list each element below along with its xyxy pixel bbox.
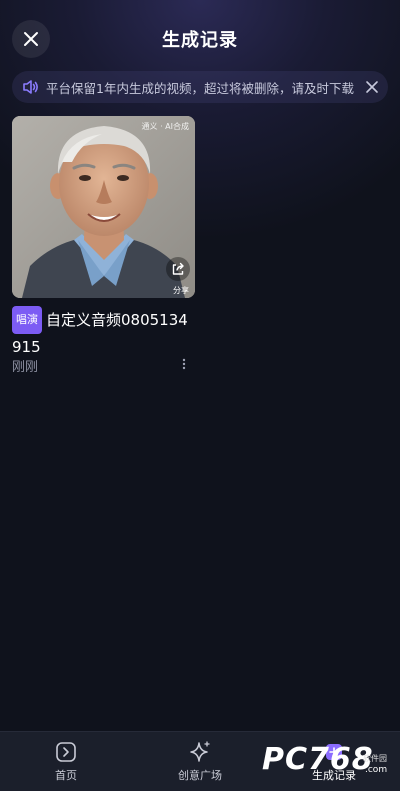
share-button[interactable] [166, 257, 190, 281]
tab-creative-square-label: 创意广场 [178, 769, 222, 782]
item-title-block: 唱演 自定义音频0805134915 [12, 306, 196, 360]
share-icon [172, 262, 184, 275]
home-icon [56, 742, 76, 762]
notice-text: 平台保留1年内生成的视频，超过将被删除，请及时下载 [46, 80, 354, 96]
brand-domain: .com [365, 765, 388, 775]
sparkle-icon [190, 741, 210, 762]
page-title: 生成记录 [162, 30, 238, 51]
brand-sub: 软件园 [363, 754, 387, 763]
retention-notice: 平台保留1年内生成的视频，超过将被删除，请及时下载 [12, 71, 388, 103]
item-timestamp: 刚刚 [12, 360, 39, 375]
dismiss-notice-button[interactable] [364, 79, 380, 95]
more-options-icon[interactable] [178, 357, 190, 371]
video-thumbnail[interactable]: 通义 · AI合成 分享 [12, 116, 195, 298]
brand-logo: PC768 [262, 742, 374, 777]
tab-home-label: 首页 [55, 769, 77, 782]
tab-home[interactable]: 首页 [26, 740, 106, 783]
speaker-icon [23, 80, 38, 94]
category-badge: 唱演 [12, 306, 42, 334]
share-label: 分享 [173, 286, 189, 295]
ai-watermark: 通义 · AI合成 [141, 122, 189, 131]
item-title-row: 唱演 自定义音频0805134915 [12, 306, 196, 360]
tab-creative-square[interactable]: 创意广场 [160, 740, 240, 783]
brand-watermark: PC768 软件园 .com [262, 742, 392, 782]
